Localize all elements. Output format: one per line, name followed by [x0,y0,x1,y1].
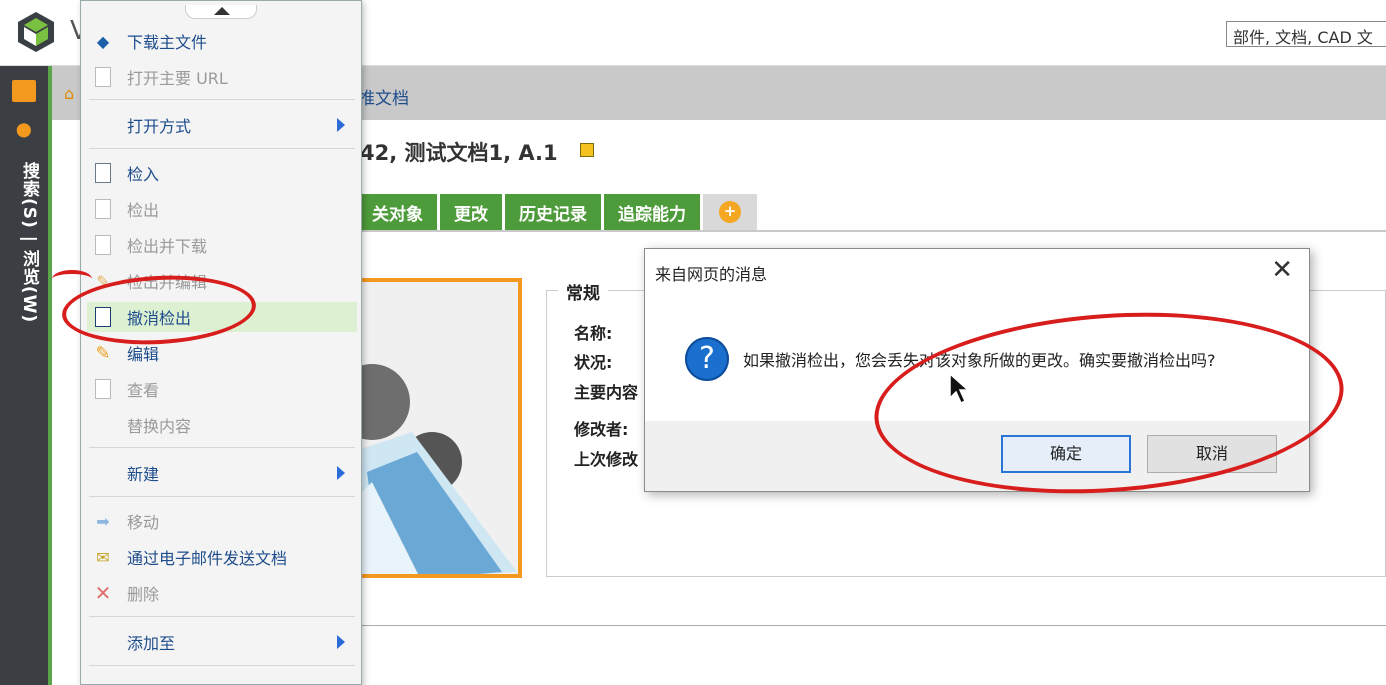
menu-item-open-with[interactable]: 打开方式 [87,110,357,140]
menu-separator [89,99,355,100]
menu-item-move: ➡ 移动 [87,506,357,536]
download-icon: ◆ [96,31,110,51]
page-title: 42, 测试文档1, A.1 [360,141,558,165]
menu-item-download-primary[interactable]: ◆ 下载主文件 [87,26,357,56]
expand-panel-icon[interactable] [12,80,36,102]
search-browse-tab[interactable]: 搜索(S) | 浏览(W) [8,162,42,323]
menu-separator [89,616,355,617]
menu-item-delete: ✕ 删除 [87,578,357,608]
tab-history[interactable]: 历史记录 [505,194,601,230]
info-tabs: 关对象 更改 历史记录 追踪能力 + [358,194,757,230]
breadcrumb-link[interactable]: 推文档 [358,84,409,109]
left-navigation-rail [0,66,48,685]
add-icon: + [719,201,741,223]
document-thumbnail[interactable] [352,278,522,578]
close-icon[interactable]: ✕ [1271,257,1293,283]
panel-legend: 常规 [558,279,608,304]
home-icon[interactable]: ⌂ [64,84,74,103]
thumbnail-image [352,282,518,574]
question-icon: ? [685,337,729,381]
field-label-modified-by: 修改者: [574,420,629,439]
menu-separator [89,148,355,149]
field-label-status: 状况: [574,353,613,372]
check-in-icon [91,162,115,184]
email-icon: ✉ [96,547,110,567]
tab-traceability[interactable]: 追踪能力 [604,194,700,230]
rail-accent-strip [48,66,52,685]
tab-related-objects[interactable]: 关对象 [358,194,437,230]
tab-changes[interactable]: 更改 [440,194,502,230]
menu-item-view: 查看 [87,374,357,404]
content-divider [352,625,1386,626]
global-search-input[interactable]: 部件, 文档, CAD 文 [1226,21,1386,47]
submenu-arrow-icon [337,635,345,649]
menu-item-check-in[interactable]: 检入 [87,158,357,188]
mouse-cursor-icon [949,372,970,405]
menu-item-check-out: 检出 [87,194,357,224]
menu-item-check-out-download: 检出并下载 [87,230,357,260]
check-out-download-icon [91,234,115,256]
menu-item-email-document[interactable]: ✉ 通过电子邮件发送文档 [87,542,357,572]
checked-out-status-icon [580,143,594,157]
move-icon: ➡ [96,511,110,531]
pin-icon[interactable]: ⬤ [16,122,32,138]
add-tab-button[interactable]: + [703,194,757,230]
dialog-title: 来自网页的消息 [655,265,768,284]
check-out-icon [91,198,115,220]
menu-item-add-to[interactable]: 添加至 [87,627,357,657]
menu-item-replace-content: 替换内容 [127,417,192,436]
tab-divider [358,230,1386,232]
submenu-arrow-icon [337,466,345,480]
delete-icon: ✕ [94,581,112,605]
submenu-arrow-icon [337,118,345,132]
menu-item-open-primary-url: 打开主要 URL [87,62,357,92]
scroll-up-icon[interactable] [185,5,257,19]
field-label-primary-content: 主要内容 [574,383,639,402]
menu-separator [89,447,355,448]
menu-separator [89,496,355,497]
edit-icon: ✎ [95,342,111,364]
menu-separator [89,665,355,666]
field-label-last-modified: 上次修改 [574,450,639,469]
menu-item-new[interactable]: 新建 [87,458,357,488]
open-url-icon [91,66,115,88]
app-logo-icon[interactable] [14,10,58,54]
annotation-stroke [52,270,92,288]
field-label-name: 名称: [574,324,613,343]
view-icon [91,378,115,400]
